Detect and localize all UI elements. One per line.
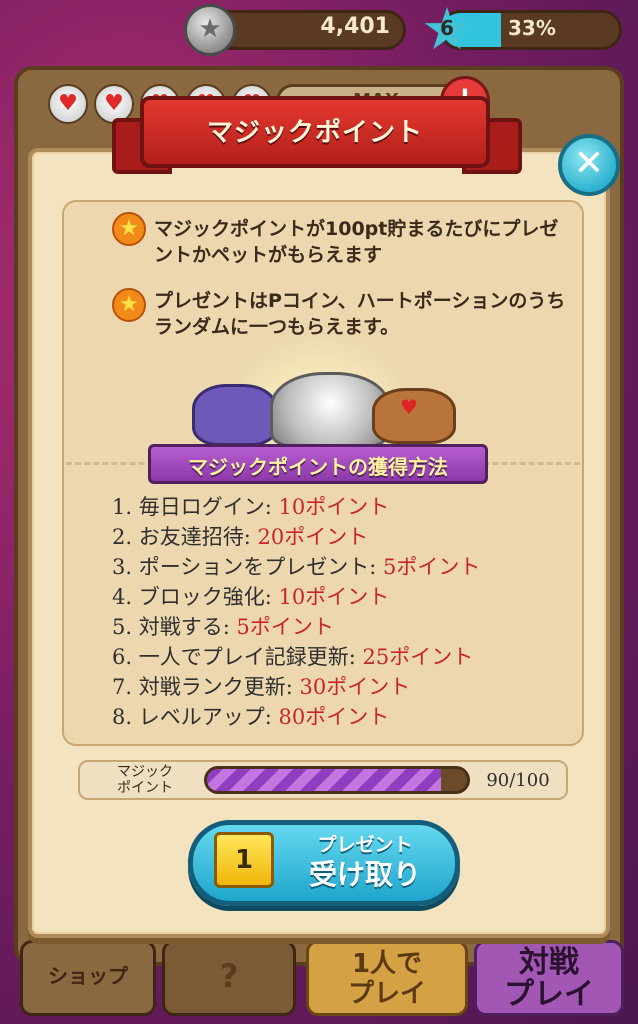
purple-bag-icon <box>192 384 278 446</box>
level-percent: 33% <box>508 16 556 40</box>
list-item: 3. ポーションをプレゼント: 5ポイント <box>112 552 572 582</box>
solo-play-button[interactable]: 1人で プレイ <box>306 940 468 1016</box>
way-label: 5. 対戦する: <box>112 615 237 639</box>
way-label: 4. ブロック強化: <box>112 585 279 609</box>
info-bullet: マジックポイントが100pt貯まるたびにプレゼントかペットがもらえます <box>114 216 576 268</box>
howto-title: マジックポイントの獲得方法 <box>188 455 448 479</box>
receive-gift-line2: 受け取り <box>308 858 421 891</box>
way-label: 3. ポーションをプレゼント: <box>112 555 384 579</box>
level-number: 6 <box>440 16 454 40</box>
way-label: 8. レベルアップ: <box>112 705 279 729</box>
battle-play-button[interactable]: 対戦 プレイ <box>474 940 624 1016</box>
receive-gift-line1: プレゼント <box>317 834 413 856</box>
dialog-title: マジックポイント <box>206 118 423 148</box>
magic-point-bar <box>204 766 470 794</box>
list-item: 1. 毎日ログイン: 10ポイント <box>112 492 572 522</box>
help-button[interactable]: ? <box>162 940 296 1016</box>
way-label: 2. お友達招待: <box>112 525 258 549</box>
way-points: 25ポイント <box>362 645 474 669</box>
way-label: 7. 対戦ランク更新: <box>112 675 300 699</box>
list-item: 4. ブロック強化: 10ポイント <box>112 582 572 612</box>
magic-point-value: 90/100 <box>486 770 550 791</box>
heart-potion-icon: ♥ <box>48 84 88 124</box>
list-item: 5. 対戦する: 5ポイント <box>112 612 572 642</box>
info-bullet-text: マジックポイントが100pt貯まるたびにプレゼントかペットがもらえます <box>154 218 559 266</box>
list-item: 7. 対戦ランク更新: 30ポイント <box>112 672 572 702</box>
magic-point-label: マジック ポイント <box>117 764 173 796</box>
way-points: 5ポイント <box>383 555 481 579</box>
close-button[interactable]: ✕ <box>558 134 620 196</box>
receive-gift-label[interactable]: プレゼント 受け取り <box>280 832 450 892</box>
way-points: 10ポイント <box>278 495 390 519</box>
list-item: 2. お友達招待: 20ポイント <box>112 522 572 552</box>
silver-coin-icon: ★ <box>184 4 236 56</box>
way-points: 5ポイント <box>236 615 334 639</box>
top-hud: ★ 4,401 ★ 6 33% <box>0 0 638 62</box>
list-item: 8. レベルアップ: 80ポイント <box>112 702 572 732</box>
way-points: 10ポイント <box>278 585 390 609</box>
way-points: 80ポイント <box>278 705 390 729</box>
coin-count: 4,401 <box>320 14 390 39</box>
magic-point-fill <box>207 769 441 791</box>
heart-icon: ♥ <box>400 395 418 419</box>
ways-list: 1. 毎日ログイン: 10ポイント 2. お友達招待: 20ポイント 3. ポー… <box>112 492 572 732</box>
way-label: 1. 毎日ログイン: <box>112 495 279 519</box>
way-label: 6. 一人でプレイ記録更新: <box>112 645 363 669</box>
way-points: 30ポイント <box>299 675 411 699</box>
list-item: 6. 一人でプレイ記録更新: 25ポイント <box>112 642 572 672</box>
shop-button[interactable]: ショップ <box>20 940 156 1016</box>
gift-box-icon[interactable]: 1 <box>214 832 274 888</box>
way-points: 20ポイント <box>257 525 369 549</box>
